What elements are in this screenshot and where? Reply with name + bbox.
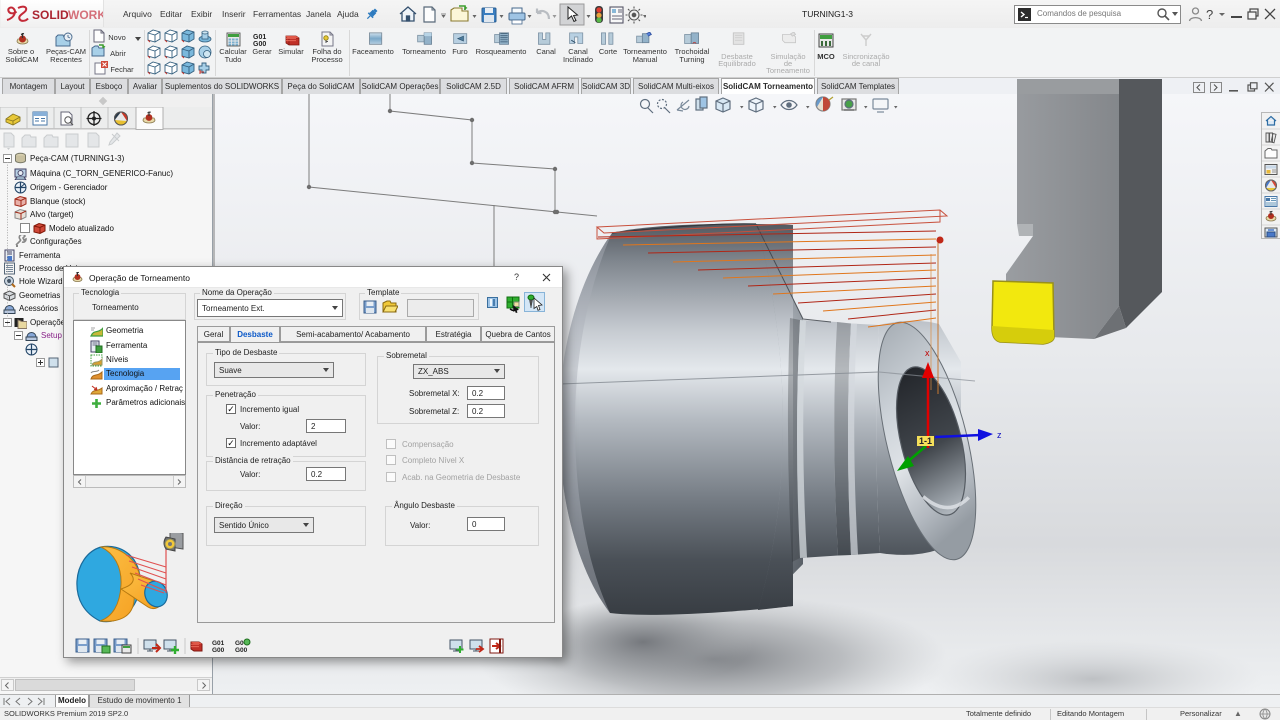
svg-text:x: x bbox=[925, 348, 930, 358]
svg-text:1-1: 1-1 bbox=[919, 436, 932, 446]
svg-text:G0: G0 bbox=[235, 640, 244, 647]
svg-text:SOLID: SOLID bbox=[32, 8, 69, 22]
svg-text:G00: G00 bbox=[212, 647, 225, 654]
svg-text:WORKS: WORKS bbox=[68, 8, 103, 22]
svg-text:G01: G01 bbox=[212, 640, 225, 647]
svg-text:G00: G00 bbox=[235, 647, 248, 654]
svg-text:z: z bbox=[997, 430, 1002, 440]
